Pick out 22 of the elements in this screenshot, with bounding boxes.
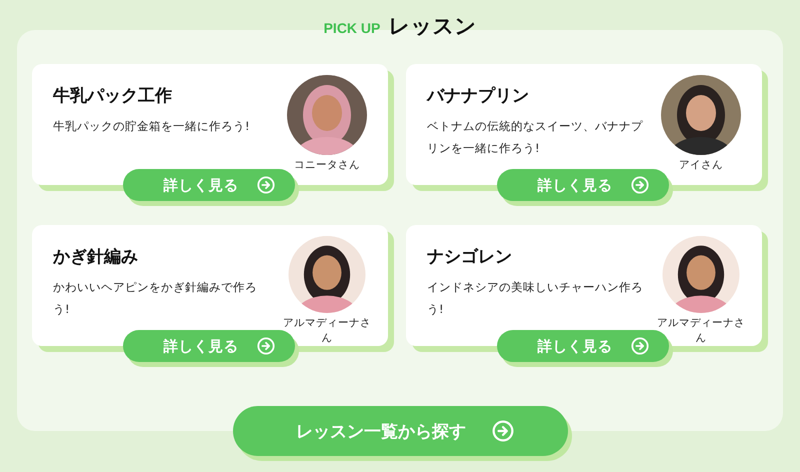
teacher-name: アイさん: [678, 158, 724, 173]
lesson-title: バナナプリン: [427, 85, 530, 107]
teacher-name: コニータさん: [293, 158, 361, 173]
arrow-circle-icon: [630, 337, 648, 355]
details-button[interactable]: 詳しく見る: [123, 169, 295, 201]
lesson-description: ベトナムの伝統的なスイーツ、バナナプリンを一緒に作ろう!: [427, 118, 644, 157]
lesson-description: かわいいヘアピンをかぎ針編みで作ろう!: [53, 279, 258, 318]
section-eyebrow: PICK UP: [324, 20, 380, 36]
details-button[interactable]: 詳しく見る: [497, 330, 669, 362]
lesson-description: 牛乳パックの貯金箱を一緒に作ろう!: [53, 118, 251, 135]
arrow-circle-icon: [630, 176, 648, 194]
lesson-list-button[interactable]: レッスン一覧から探す: [232, 406, 568, 456]
lesson-title: 牛乳パック工作: [53, 85, 173, 107]
arrow-circle-icon: [256, 176, 274, 194]
details-button[interactable]: 詳しく見る: [123, 330, 295, 362]
details-button[interactable]: 詳しく見る: [497, 169, 669, 201]
arrow-circle-icon: [492, 420, 514, 442]
lesson-title: かぎ針編み: [53, 246, 139, 268]
lesson-description: インドネシアの美味しいチャーハン作ろう!: [427, 279, 644, 318]
lesson-title: ナシゴレン: [427, 246, 513, 268]
arrow-circle-icon: [256, 337, 274, 355]
section-title: レッスン: [388, 13, 476, 40]
